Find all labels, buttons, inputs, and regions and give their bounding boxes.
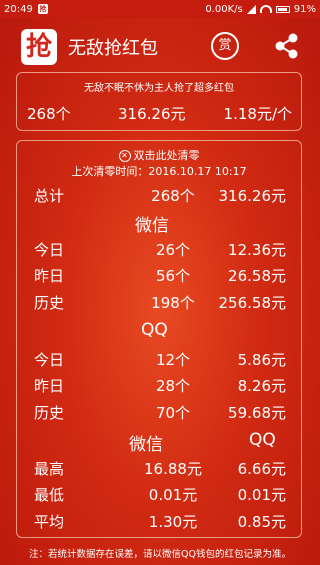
- row-amount: 316.26元: [218, 187, 287, 205]
- summary-title: 无敌不眠不休为主人抢了超多红包: [84, 83, 234, 94]
- row-label: 昨日: [34, 267, 65, 285]
- row-label: 平均: [34, 513, 65, 531]
- share-icon[interactable]: [272, 32, 302, 60]
- row-count: 28个: [155, 377, 191, 395]
- row-label: 今日: [34, 351, 65, 369]
- table-row: 今日 26个 12.36元: [17, 239, 301, 259]
- status-right: 0.00K/s 91%: [205, 0, 316, 18]
- app-logo-icon: 抢: [21, 29, 57, 65]
- compare-header-wechat: 微信: [129, 435, 163, 455]
- notification-icon: 抢: [37, 4, 48, 14]
- row-qq: 0.85元: [237, 513, 286, 531]
- app-title: 无敌抢红包: [68, 38, 158, 59]
- summary-average: 1.18元/个: [223, 105, 292, 123]
- footer-note: 注：若统计数据存在误差，请以微信QQ钱包的红包记录为准。: [29, 549, 291, 560]
- row-amount: 12.36元: [228, 241, 286, 259]
- stats-card: ✕ 双击此处清零 上次清零时间：2016.10.17 10:17 总计 268个 …: [16, 140, 302, 538]
- row-wechat: 1.30元: [148, 513, 198, 531]
- compare-header-qq: QQ: [249, 430, 276, 450]
- battery-icon: [275, 5, 290, 13]
- row-label: 今日: [34, 241, 65, 259]
- row-wechat: 0.01元: [148, 486, 198, 504]
- table-row: 平均 1.30元 0.85元: [17, 511, 301, 531]
- reward-button[interactable]: 赏: [211, 32, 239, 60]
- row-count: 268个: [151, 187, 195, 205]
- row-label: 总计: [34, 187, 65, 205]
- reset-button[interactable]: ✕ 双击此处清零: [17, 147, 301, 163]
- row-amount: 26.58元: [228, 267, 286, 285]
- table-row: 最低 0.01元 0.01元: [17, 484, 301, 504]
- row-amount: 5.86元: [237, 351, 286, 369]
- row-qq: 0.01元: [237, 486, 286, 504]
- row-wechat: 16.88元: [144, 460, 202, 478]
- row-count: 26个: [155, 241, 191, 259]
- row-amount: 59.68元: [228, 404, 286, 422]
- table-row: 最高 16.88元 6.66元: [17, 458, 301, 478]
- summary-amount: 316.26元: [118, 105, 186, 123]
- app-bar: 抢 无敌抢红包 赏: [0, 18, 320, 72]
- row-label: 昨日: [34, 377, 65, 395]
- row-count: 12个: [155, 351, 191, 369]
- row-label: 历史: [34, 294, 65, 312]
- row-count: 56个: [155, 267, 191, 285]
- summary-count: 268个: [27, 105, 71, 123]
- reset-label: 双击此处清零: [133, 149, 200, 162]
- table-row: 历史 70个 59.68元: [17, 402, 301, 422]
- section-title: QQ: [141, 320, 168, 340]
- status-bar: 20:49 抢 0.00K/s 91%: [0, 0, 320, 18]
- table-row: 历史 198个 256.58元: [17, 292, 301, 312]
- row-label: 最低: [34, 486, 65, 504]
- total-row: 总计 268个 316.26元: [17, 185, 301, 205]
- wifi-icon: [259, 5, 272, 13]
- table-row: 昨日 28个 8.26元: [17, 375, 301, 395]
- row-qq: 6.66元: [237, 460, 286, 478]
- battery-level: 91%: [293, 3, 316, 15]
- network-speed: 0.00K/s: [205, 3, 243, 15]
- row-count: 70个: [155, 404, 191, 422]
- summary-card: 无敌不眠不休为主人抢了超多红包 268个 316.26元 1.18元/个: [16, 72, 302, 131]
- table-row: 昨日 56个 26.58元: [17, 265, 301, 285]
- row-amount: 8.26元: [237, 377, 286, 395]
- row-count: 198个: [151, 294, 195, 312]
- close-circle-icon: ✕: [118, 150, 131, 162]
- last-reset-time: 上次清零时间：2016.10.17 10:17: [71, 165, 247, 178]
- row-label: 最高: [34, 460, 65, 478]
- section-title: 微信: [135, 216, 169, 236]
- row-amount: 256.58元: [218, 294, 287, 312]
- table-row: 今日 12个 5.86元: [17, 349, 301, 369]
- signal-icon: [246, 4, 256, 14]
- status-time: 20:49: [4, 3, 33, 15]
- row-label: 历史: [34, 404, 65, 422]
